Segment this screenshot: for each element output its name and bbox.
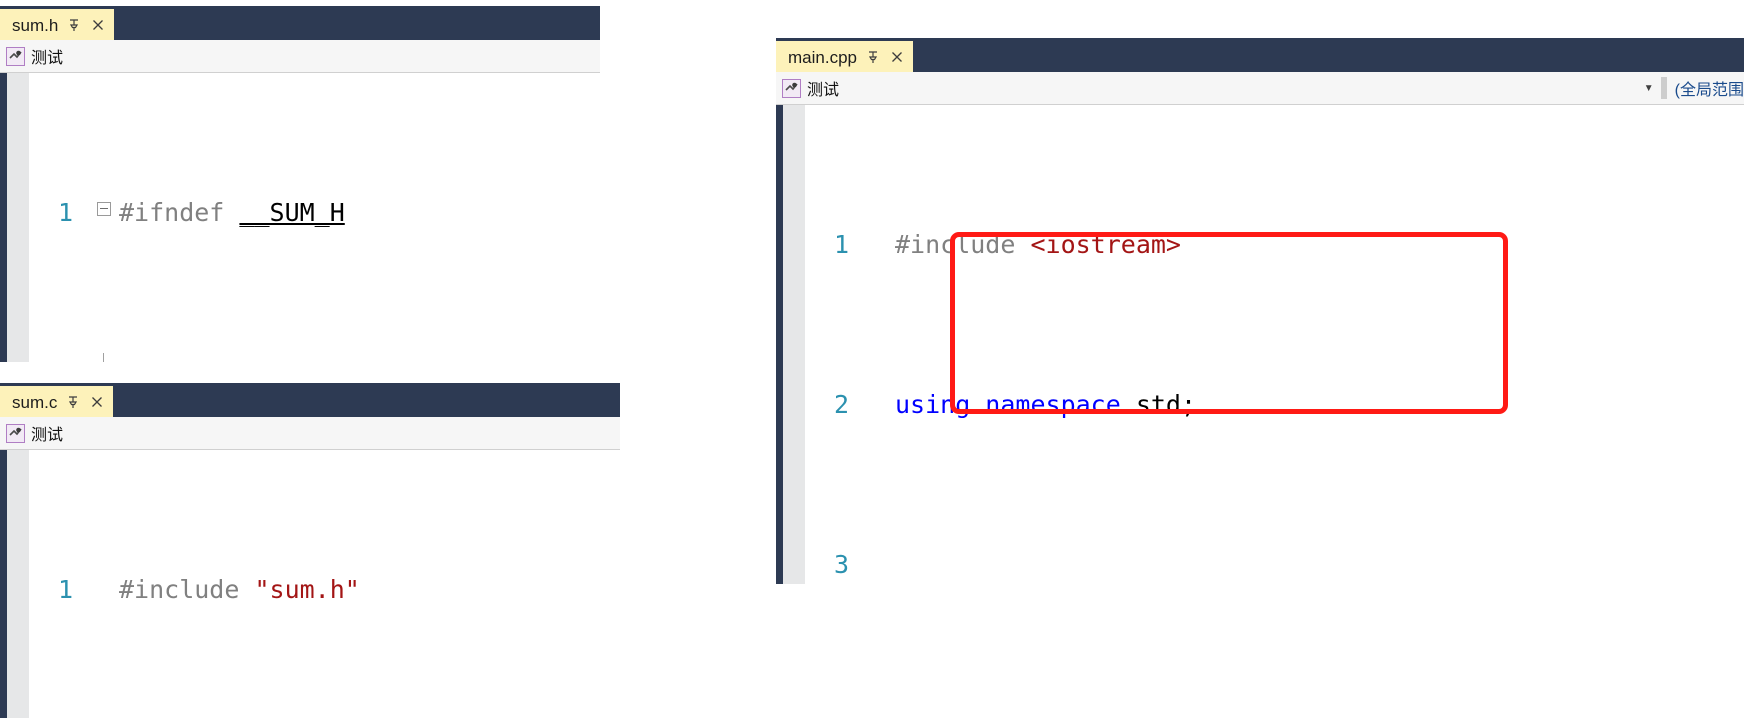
fold-collapse-icon[interactable] <box>97 202 111 216</box>
line-number: 1 <box>57 198 73 227</box>
editor-window-sum-c: sum.c 测试 1 #include "sum.h" <box>0 383 620 718</box>
code-text: #define __SUM_H <box>119 353 600 362</box>
pin-icon[interactable] <box>67 18 81 32</box>
code-text: using namespace std; <box>895 390 1197 419</box>
selection-margin <box>7 450 29 718</box>
chevron-down-icon[interactable]: ▼ <box>1639 83 1659 94</box>
navbar-project-label: 测试 <box>31 427 64 444</box>
code-text: #include <iostream> <box>895 230 1181 259</box>
code-body-sum-c[interactable]: 1 #include "sum.h" 2 3 int sum(int a, in… <box>0 450 620 718</box>
change-indicator-margin <box>0 73 7 362</box>
code-body-sum-h[interactable]: 1 #ifndef __SUM_H 2 #define __SUM_H 3 4 … <box>0 73 600 362</box>
navbar-sum-c: 测试 <box>0 417 620 450</box>
fold-gutter <box>93 570 119 610</box>
code-line[interactable]: 1 #include "sum.h" <box>29 570 620 610</box>
selection-margin <box>7 73 29 362</box>
close-icon[interactable] <box>91 18 105 32</box>
project-icon <box>782 78 801 98</box>
code-text: #ifndef __SUM_H <box>119 198 345 227</box>
tab-label: sum.c <box>12 392 58 412</box>
tab-sum-c[interactable]: sum.c <box>0 386 114 417</box>
editor-window-main-cpp: main.cpp 测试 ▼ (全局范围 1 #include <iostream… <box>776 38 1744 584</box>
selection-margin <box>783 105 805 584</box>
scope-combobox[interactable]: ▼ (全局范围 <box>1639 72 1744 104</box>
code-line[interactable]: 2 using namespace std; <box>805 385 1744 425</box>
tabstrip-main-cpp: main.cpp <box>776 38 1744 72</box>
combobox-divider <box>1660 77 1667 99</box>
code-body-main-cpp[interactable]: 1 #include <iostream> 2 using namespace … <box>776 105 1744 584</box>
line-number: 1 <box>57 575 73 604</box>
change-indicator-margin <box>0 450 7 718</box>
close-icon[interactable] <box>890 50 904 64</box>
code-line[interactable]: 1 #ifndef __SUM_H <box>29 193 600 233</box>
code-line[interactable]: 3 <box>805 545 1744 584</box>
tab-sum-h[interactable]: sum.h <box>0 9 115 40</box>
fold-gutter <box>869 225 895 265</box>
navbar-project-label: 测试 <box>807 82 840 99</box>
scope-label: (全局范围 <box>1674 82 1744 99</box>
fold-gutter <box>869 545 895 584</box>
editor-window-sum-h: sum.h 测试 1 #ifndef __SUM_H <box>0 6 600 362</box>
code-area-sum-h[interactable]: 1 #ifndef __SUM_H 2 #define __SUM_H 3 4 … <box>29 73 600 362</box>
line-number: 2 <box>833 390 849 419</box>
change-indicator-margin <box>776 105 783 584</box>
tabstrip-sum-c: sum.c <box>0 383 620 417</box>
tab-main-cpp[interactable]: main.cpp <box>776 41 913 72</box>
pin-icon[interactable] <box>66 395 80 409</box>
tab-label: sum.h <box>12 15 59 35</box>
project-icon <box>6 46 25 66</box>
navbar-sum-h: 测试 <box>0 40 600 73</box>
project-icon <box>6 423 25 443</box>
tabstrip-sum-h: sum.h <box>0 6 600 40</box>
fold-gutter <box>869 385 895 425</box>
tab-label: main.cpp <box>788 47 857 67</box>
line-number: 3 <box>833 550 849 579</box>
code-area-sum-c[interactable]: 1 #include "sum.h" 2 3 int sum(int a, in… <box>29 450 620 718</box>
close-icon[interactable] <box>90 395 104 409</box>
line-number: 2 <box>29 353 93 362</box>
code-text: #include "sum.h" <box>119 575 360 604</box>
navbar-main-cpp: 测试 ▼ (全局范围 <box>776 72 1744 105</box>
line-number: 1 <box>833 230 849 259</box>
code-area-main-cpp[interactable]: 1 #include <iostream> 2 using namespace … <box>805 105 1744 584</box>
navbar-project-label: 测试 <box>31 50 64 67</box>
fold-gutter[interactable] <box>93 193 119 233</box>
code-line[interactable]: 1 #include <iostream> <box>805 225 1744 265</box>
fold-gutter <box>93 353 119 362</box>
code-line[interactable]: 2 #define __SUM_H <box>29 353 600 362</box>
pin-icon[interactable] <box>866 50 880 64</box>
